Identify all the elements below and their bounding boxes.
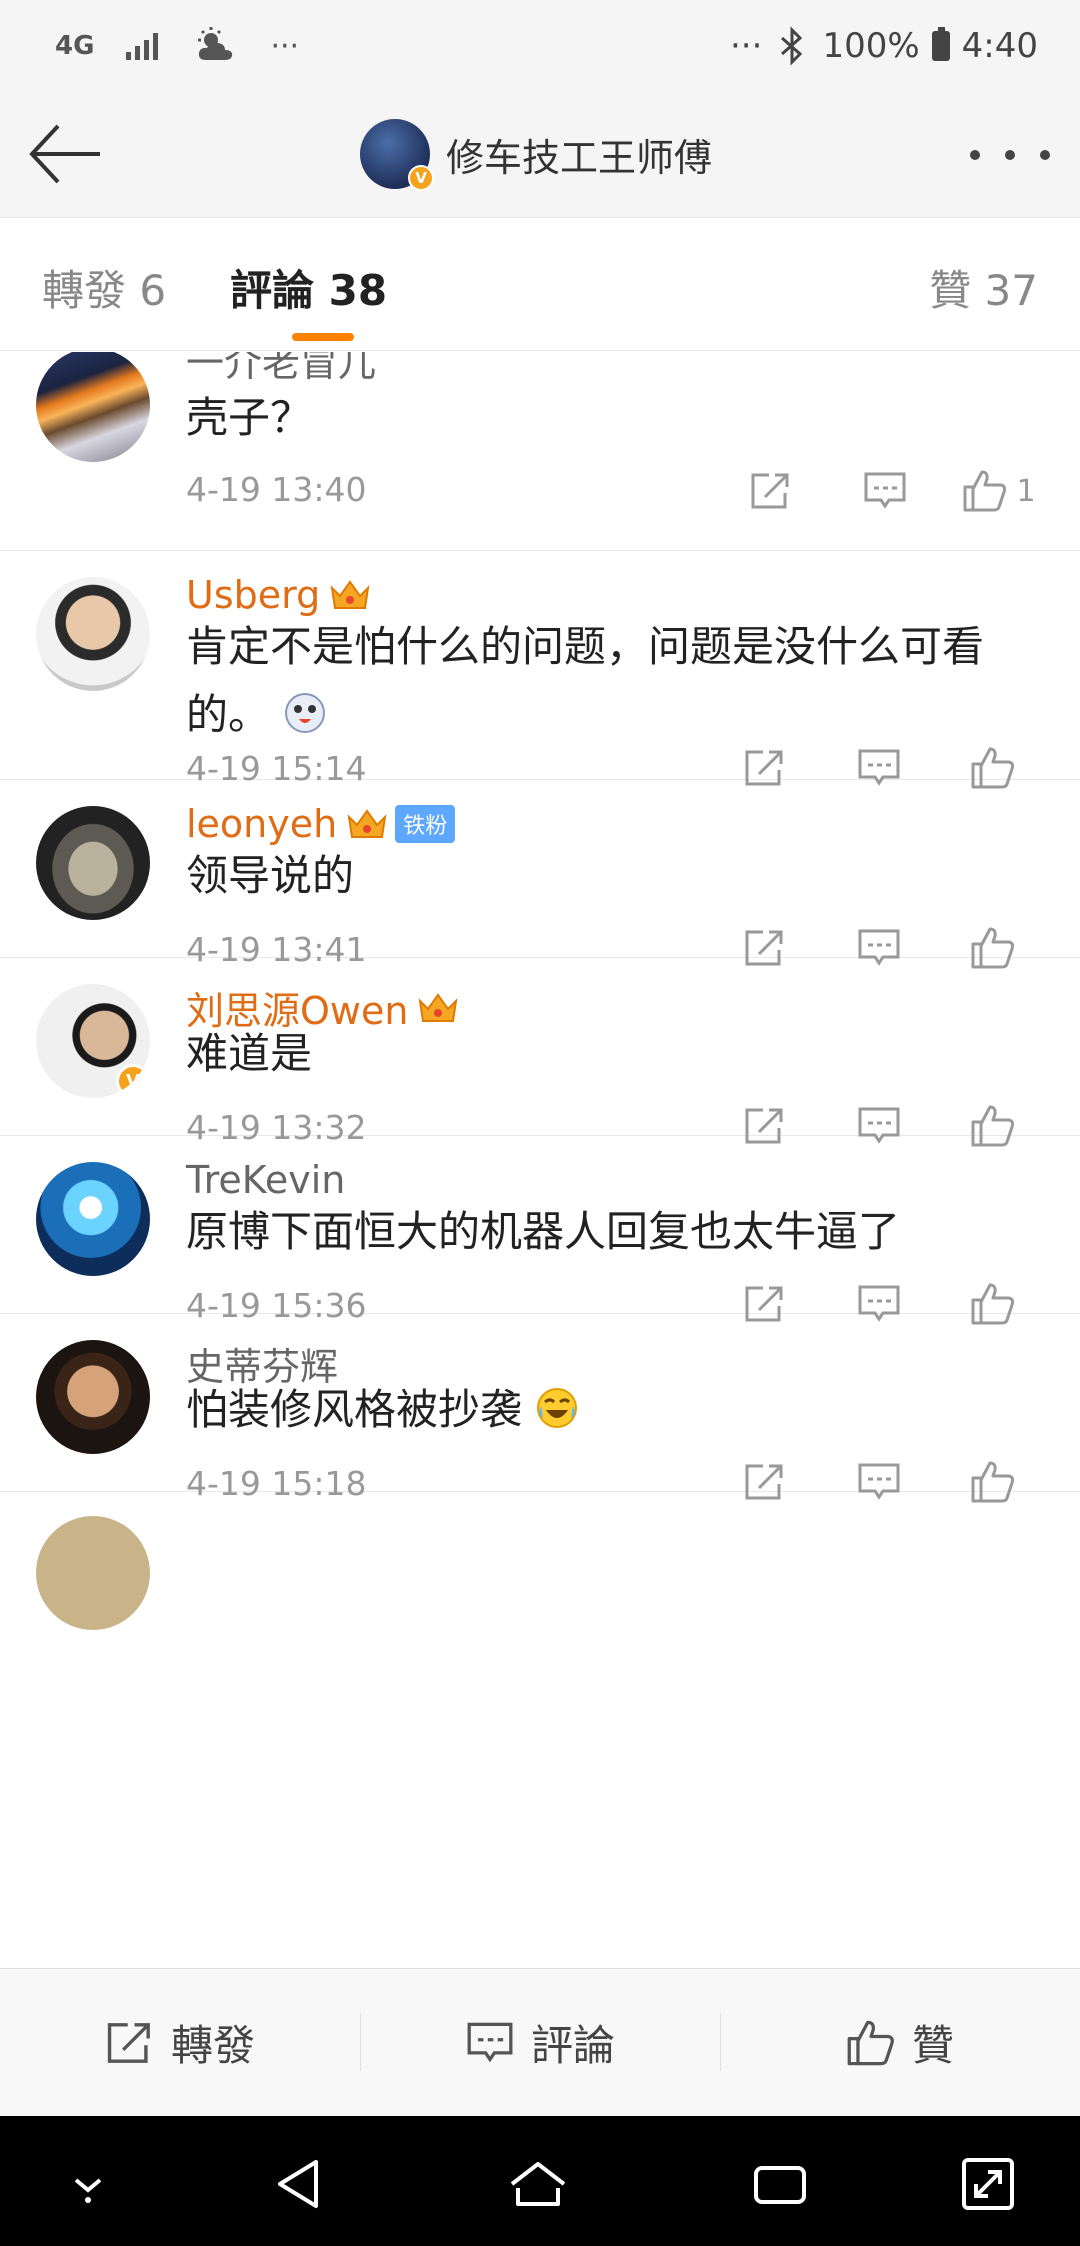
list-item (0, 1492, 1080, 1630)
back-button[interactable] (26, 116, 106, 192)
list-item: 史蒂芬辉 怕装修风格被抄袭 4-19 15:18 (0, 1314, 1080, 1503)
comment-text: 难道是 (186, 1029, 313, 1078)
back-arrow-icon (29, 124, 100, 184)
share-icon (751, 473, 789, 509)
comment-username[interactable]: leonyeh 铁粉 (186, 802, 456, 846)
comment-icon (467, 2022, 513, 2062)
avatar[interactable] (36, 1340, 150, 1454)
header-profile[interactable]: V 修车技工王师傅 (360, 116, 712, 192)
comment-icon (864, 472, 906, 509)
battery-icon (931, 27, 950, 61)
comment-list: 一介老冒儿 壳子？ 4-19 13:40 1 Usberg 肯定不是怕什么的问题… (0, 352, 1080, 1968)
more-icon[interactable] (970, 130, 1050, 180)
weather-icon (198, 27, 233, 60)
fan-badge: 铁粉 (395, 805, 456, 843)
like-count: 1 (1016, 473, 1036, 509)
back-nav-icon[interactable] (270, 2154, 330, 2214)
verified-badge: V (116, 1064, 150, 1098)
system-navigation-bar (0, 2116, 1080, 2246)
bluetooth-icon (781, 26, 803, 66)
like-label: 贊 (911, 2021, 954, 2070)
like-icon (963, 470, 1007, 512)
status-more-left: ··· (270, 28, 300, 64)
clock: 4:40 (961, 26, 1038, 66)
tab-comments[interactable]: 評論 38 (230, 257, 387, 318)
list-item: leonyeh 铁粉 领导说的 4-19 13:41 (0, 780, 1080, 969)
status-more-right: ··· (730, 26, 763, 66)
comment-button[interactable]: 評論 (360, 1969, 720, 2116)
comment-time: 4-19 13:40 (186, 470, 367, 509)
avatar[interactable] (36, 1162, 150, 1276)
comment-button[interactable] (828, 466, 942, 516)
page-title: 修车技工王师傅 (446, 135, 713, 180)
avatar[interactable] (36, 352, 150, 462)
list-item: V 刘思源Owen 难道是 4-19 13:32 (0, 958, 1080, 1147)
tab-reposts[interactable]: 轉發 6 (42, 257, 166, 318)
avatar[interactable]: V (360, 119, 434, 191)
expand-nav-icon[interactable] (958, 2154, 1018, 2214)
comment-text: 壳子？ (186, 393, 313, 442)
comment-text: 领导说的 (186, 851, 355, 900)
list-item: 一介老冒儿 壳子？ 4-19 13:40 1 (0, 352, 1080, 551)
comment-text: 怕装修风格被抄袭 (186, 1376, 1046, 1444)
comment-text: 肯定不是怕什么的问题，问题是没什么可看的。 (186, 622, 985, 739)
header-bar: V 修车技工王师傅 (0, 90, 1080, 218)
comment-actions: 1 (714, 466, 1056, 516)
recents-nav-icon[interactable] (750, 2154, 810, 2214)
share-icon (107, 2022, 150, 2063)
like-button[interactable]: 1 (942, 466, 1056, 516)
battery-percent: 100% (822, 26, 920, 66)
home-nav-icon[interactable] (508, 2154, 568, 2214)
vip-crown-icon (347, 809, 387, 838)
network-indicator: 4G (55, 31, 95, 61)
tab-likes[interactable]: 贊 37 (929, 257, 1038, 318)
avatar[interactable] (36, 1516, 150, 1630)
like-button[interactable]: 贊 (720, 1969, 1080, 2116)
comment-username[interactable]: 一介老冒儿 (186, 352, 376, 387)
comment-username[interactable]: Usberg (186, 573, 372, 617)
like-icon (847, 2020, 894, 2065)
active-tab-indicator (292, 333, 354, 341)
verified-badge: V (408, 165, 434, 191)
bottom-action-bar: 轉發 評論 贊 (0, 1968, 1080, 2116)
signal-icon (126, 33, 159, 60)
avatar[interactable]: V (36, 984, 150, 1098)
share-button[interactable] (714, 466, 828, 516)
list-item: TreKevin 原博下面恒大的机器人回复也太牛逼了 4-19 15:36 (0, 1136, 1080, 1325)
comment-label: 評論 (530, 2021, 615, 2070)
comment-text: 原博下面恒大的机器人回复也太牛逼了 (186, 1207, 901, 1256)
tab-bar: 轉發 6 評論 38 贊 37 (0, 219, 1080, 351)
status-bar: 4G ··· ··· 100% 4:40 (0, 0, 1080, 90)
repost-button[interactable]: 轉發 (0, 1969, 360, 2116)
vip-crown-icon (330, 580, 370, 609)
hide-nav-icon[interactable] (58, 2154, 118, 2214)
list-item: Usberg 肯定不是怕什么的问题，问题是没什么可看的。 4-19 15:14 (0, 551, 1080, 789)
laughing-emoji-icon (537, 1388, 578, 1428)
emoji-icon (285, 693, 326, 733)
repost-label: 轉發 (170, 2021, 255, 2070)
avatar[interactable] (36, 806, 150, 920)
comment-username[interactable]: TreKevin (186, 1158, 345, 1202)
avatar[interactable] (36, 577, 150, 691)
